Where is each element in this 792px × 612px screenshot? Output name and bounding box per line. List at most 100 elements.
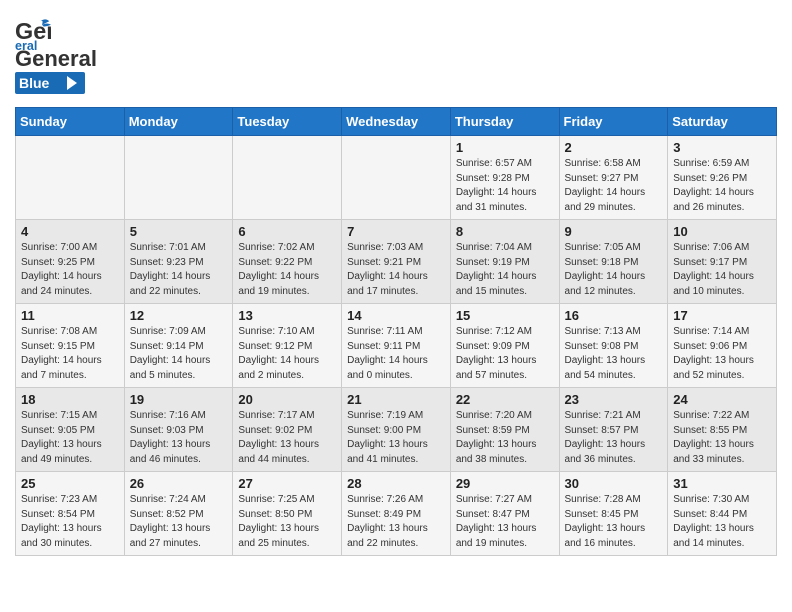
logo-general-text: General [15,46,97,72]
calendar-week-5: 25 Sunrise: 7:23 AM Sunset: 8:54 PM Dayli… [16,472,777,556]
day-number: 13 [238,308,336,323]
calendar-cell: 14Sunrise: 7:11 AM Sunset: 9:11 PM Dayli… [342,304,451,388]
calendar-cell: 25 Sunrise: 7:23 AM Sunset: 8:54 PM Dayli… [16,472,125,556]
day-info: Sunrise: 7:26 AM Sunset: 8:49 PM Dayligh… [347,493,445,551]
day-number: 21 [347,392,445,407]
calendar-week-3: 11 Sunrise: 7:08 AM Sunset: 9:15 PM Dayli… [16,304,777,388]
weekday-header-tuesday: Tuesday [233,108,342,136]
day-info: Sunrise: 7:08 AM Sunset: 9:15 PM Dayligh… [21,325,119,383]
day-number: 15 [456,308,554,323]
calendar-cell [16,136,125,220]
day-info: Sunrise: 7:17 AM Sunset: 9:02 PM Dayligh… [238,409,336,467]
calendar-cell: 18 Sunrise: 7:15 AM Sunset: 9:05 PM Dayli… [16,388,125,472]
calendar-cell [124,136,233,220]
calendar-cell: 1 Sunrise: 6:57 AM Sunset: 9:28 PM Daylig… [450,136,559,220]
day-info: Sunrise: 7:09 AM Sunset: 9:14 PM Dayligh… [130,325,228,383]
calendar-week-2: 4 Sunrise: 7:00 AM Sunset: 9:25 PM Daylig… [16,220,777,304]
day-number: 25 [21,476,119,491]
day-number: 9 [565,224,663,239]
day-info: Sunrise: 7:25 AM Sunset: 8:50 PM Dayligh… [238,493,336,551]
day-info: Sunrise: 6:59 AM Sunset: 9:26 PM Dayligh… [673,157,771,215]
weekday-header-monday: Monday [124,108,233,136]
day-info: Sunrise: 7:20 AM Sunset: 8:59 PM Dayligh… [456,409,554,467]
day-number: 16 [565,308,663,323]
day-number: 31 [673,476,771,491]
day-number: 5 [130,224,228,239]
day-info: Sunrise: 7:14 AM Sunset: 9:06 PM Dayligh… [673,325,771,383]
svg-text:Blue: Blue [19,75,50,91]
calendar-cell: 23 Sunrise: 7:21 AM Sunset: 8:57 PM Dayli… [559,388,668,472]
calendar-cell: 13 Sunrise: 7:10 AM Sunset: 9:12 PM Dayli… [233,304,342,388]
calendar-cell: 16 Sunrise: 7:13 AM Sunset: 9:08 PM Dayli… [559,304,668,388]
calendar-table: SundayMondayTuesdayWednesdayThursdayFrid… [15,107,777,556]
day-info: Sunrise: 7:21 AM Sunset: 8:57 PM Dayligh… [565,409,663,467]
calendar-cell: 4 Sunrise: 7:00 AM Sunset: 9:25 PM Daylig… [16,220,125,304]
calendar-cell: 29 Sunrise: 7:27 AM Sunset: 8:47 PM Dayli… [450,472,559,556]
day-info: Sunrise: 7:01 AM Sunset: 9:23 PM Dayligh… [130,241,228,299]
calendar-cell: 11 Sunrise: 7:08 AM Sunset: 9:15 PM Dayli… [16,304,125,388]
logo-svg: Blue [15,72,85,94]
day-number: 29 [456,476,554,491]
day-number: 27 [238,476,336,491]
day-info: Sunrise: 7:00 AM Sunset: 9:25 PM Dayligh… [21,241,119,299]
weekday-header-thursday: Thursday [450,108,559,136]
day-info: Sunrise: 7:30 AM Sunset: 8:44 PM Dayligh… [673,493,771,551]
day-number: 19 [130,392,228,407]
calendar-cell: 8 Sunrise: 7:04 AM Sunset: 9:19 PM Daylig… [450,220,559,304]
day-info: Sunrise: 7:10 AM Sunset: 9:12 PM Dayligh… [238,325,336,383]
calendar-cell: 9 Sunrise: 7:05 AM Sunset: 9:18 PM Daylig… [559,220,668,304]
calendar-week-4: 18 Sunrise: 7:15 AM Sunset: 9:05 PM Dayli… [16,388,777,472]
day-number: 6 [238,224,336,239]
calendar-cell: 19 Sunrise: 7:16 AM Sunset: 9:03 PM Dayli… [124,388,233,472]
weekday-header-saturday: Saturday [668,108,777,136]
calendar-cell: 12 Sunrise: 7:09 AM Sunset: 9:14 PM Dayli… [124,304,233,388]
day-info: Sunrise: 7:13 AM Sunset: 9:08 PM Dayligh… [565,325,663,383]
day-number: 26 [130,476,228,491]
day-info: Sunrise: 6:57 AM Sunset: 9:28 PM Dayligh… [456,157,554,215]
day-number: 7 [347,224,445,239]
day-info: Sunrise: 6:58 AM Sunset: 9:27 PM Dayligh… [565,157,663,215]
calendar-cell: 17 Sunrise: 7:14 AM Sunset: 9:06 PM Dayli… [668,304,777,388]
day-info: Sunrise: 7:19 AM Sunset: 9:00 PM Dayligh… [347,409,445,467]
day-info: Sunrise: 7:05 AM Sunset: 9:18 PM Dayligh… [565,241,663,299]
day-number: 20 [238,392,336,407]
day-number: 4 [21,224,119,239]
day-info: Sunrise: 7:11 AM Sunset: 9:11 PM Dayligh… [347,325,445,383]
weekday-header-sunday: Sunday [16,108,125,136]
day-number: 24 [673,392,771,407]
day-info: Sunrise: 7:23 AM Sunset: 8:54 PM Dayligh… [21,493,119,551]
day-number: 8 [456,224,554,239]
calendar-cell: 2 Sunrise: 6:58 AM Sunset: 9:27 PM Daylig… [559,136,668,220]
day-info: Sunrise: 7:12 AM Sunset: 9:09 PM Dayligh… [456,325,554,383]
day-number: 2 [565,140,663,155]
logo-icon: Gen eral [15,14,51,50]
calendar-cell: 5 Sunrise: 7:01 AM Sunset: 9:23 PM Daylig… [124,220,233,304]
day-info: Sunrise: 7:16 AM Sunset: 9:03 PM Dayligh… [130,409,228,467]
calendar-cell: 21 Sunrise: 7:19 AM Sunset: 9:00 PM Dayli… [342,388,451,472]
calendar-cell: 31 Sunrise: 7:30 AM Sunset: 8:44 PM Dayli… [668,472,777,556]
calendar-cell: 15 Sunrise: 7:12 AM Sunset: 9:09 PM Dayli… [450,304,559,388]
day-number: 12 [130,308,228,323]
day-info: Sunrise: 7:22 AM Sunset: 8:55 PM Dayligh… [673,409,771,467]
day-number: 10 [673,224,771,239]
day-info: Sunrise: 7:15 AM Sunset: 9:05 PM Dayligh… [21,409,119,467]
day-info: Sunrise: 7:04 AM Sunset: 9:19 PM Dayligh… [456,241,554,299]
day-info: Sunrise: 7:02 AM Sunset: 9:22 PM Dayligh… [238,241,336,299]
day-number: 3 [673,140,771,155]
calendar-week-1: 1 Sunrise: 6:57 AM Sunset: 9:28 PM Daylig… [16,136,777,220]
day-number: 1 [456,140,554,155]
day-info: Sunrise: 7:06 AM Sunset: 9:17 PM Dayligh… [673,241,771,299]
page-header: Gen eral General Blue [15,10,777,99]
weekday-header-wednesday: Wednesday [342,108,451,136]
day-number: 11 [21,308,119,323]
day-info: Sunrise: 7:27 AM Sunset: 8:47 PM Dayligh… [456,493,554,551]
day-number: 23 [565,392,663,407]
calendar-cell: 24 Sunrise: 7:22 AM Sunset: 8:55 PM Dayli… [668,388,777,472]
calendar-cell [233,136,342,220]
calendar-cell: 6 Sunrise: 7:02 AM Sunset: 9:22 PM Daylig… [233,220,342,304]
day-number: 17 [673,308,771,323]
calendar-cell: 22Sunrise: 7:20 AM Sunset: 8:59 PM Dayli… [450,388,559,472]
calendar-header-row: SundayMondayTuesdayWednesdayThursdayFrid… [16,108,777,136]
day-number: 18 [21,392,119,407]
calendar-cell: 7Sunrise: 7:03 AM Sunset: 9:21 PM Daylig… [342,220,451,304]
